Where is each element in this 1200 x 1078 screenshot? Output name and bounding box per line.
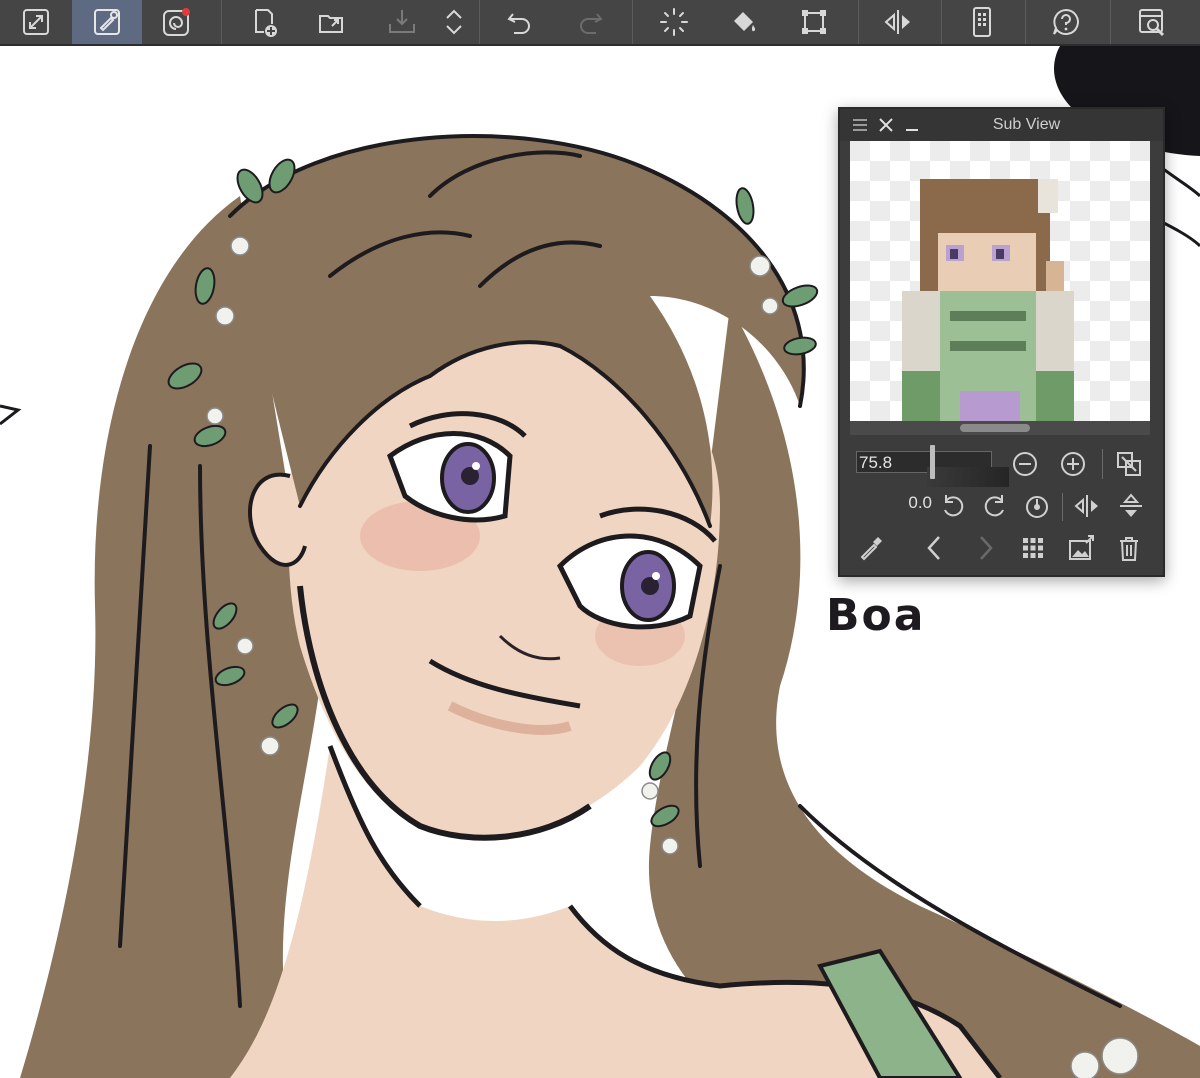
rotate-right-icon [984, 495, 1004, 517]
grid-icon [1023, 538, 1043, 558]
flip-horizontal-icon [1074, 495, 1098, 517]
fit-window-icon [1117, 452, 1141, 476]
search-settings-icon [1139, 9, 1165, 37]
brush-pencil-icon [94, 9, 120, 35]
zoom-out-button[interactable] [1010, 449, 1040, 479]
up-down-arrows-icon [446, 9, 462, 35]
zoom-slider[interactable]: 75.8 [856, 451, 1009, 487]
rotate-right-button[interactable] [980, 491, 1010, 521]
spiral-app-icon [163, 8, 190, 36]
transform-button[interactable] [790, 0, 838, 44]
new-canvas-icon [255, 9, 277, 37]
artist-signature: Boa [826, 590, 926, 641]
help-button[interactable] [1042, 0, 1090, 44]
brush-tool-button[interactable] [72, 0, 142, 44]
previous-image-button[interactable] [920, 533, 950, 563]
zoom-in-button[interactable] [1058, 449, 1088, 479]
device-settings-button[interactable] [958, 0, 1006, 44]
device-icon [973, 7, 991, 37]
next-image-button[interactable] [970, 533, 1000, 563]
trash-icon [1120, 537, 1138, 561]
fullscreen-button[interactable] [12, 0, 60, 44]
redo-icon [580, 13, 603, 34]
zoom-slider-knob[interactable] [930, 445, 935, 479]
fit-to-window-button[interactable] [1114, 449, 1144, 479]
zoom-value: 75.8 [859, 453, 893, 472]
delete-image-button[interactable] [1114, 533, 1144, 563]
notification-dot [182, 8, 190, 16]
sub-view-controls: 75.8 0.0 [840, 437, 1163, 573]
save-export-icon [389, 10, 415, 33]
reset-rotation-icon [1026, 496, 1048, 518]
eyedropper-button[interactable] [856, 533, 886, 563]
import-image-button[interactable] [1066, 533, 1096, 563]
sub-view-titlebar[interactable]: Sub View [840, 109, 1163, 141]
chevron-right-icon [980, 536, 993, 560]
preview-horizontal-scrollbar[interactable] [850, 421, 1150, 435]
rotate-left-icon [944, 495, 964, 517]
undo-button[interactable] [496, 0, 544, 44]
save-button[interactable] [378, 0, 426, 44]
import-image-icon [1069, 535, 1094, 560]
reference-image-preview[interactable] [850, 141, 1150, 421]
loading-spinner-icon [660, 8, 688, 36]
open-file-button[interactable] [308, 0, 356, 44]
flip-horizontal-button[interactable] [1072, 491, 1102, 521]
zoom-out-icon [1013, 452, 1037, 476]
reset-rotation-button[interactable] [1022, 491, 1052, 521]
rotate-left-button[interactable] [938, 491, 968, 521]
fullscreen-icon [23, 9, 49, 35]
eyedropper-icon [860, 537, 882, 561]
new-canvas-button[interactable] [240, 0, 288, 44]
app-menu-button[interactable] [152, 0, 200, 44]
transform-icon [802, 10, 826, 34]
fill-bucket-icon [734, 12, 756, 32]
sub-view-title: Sub View [992, 116, 1061, 133]
open-folder-icon [319, 15, 343, 33]
flip-vertical-button[interactable] [1116, 491, 1146, 521]
main-toolbar [0, 0, 1200, 46]
selection-button[interactable] [650, 0, 698, 44]
flip-vertical-icon [1120, 493, 1142, 517]
grid-view-button[interactable] [1018, 533, 1048, 563]
redo-button[interactable] [566, 0, 614, 44]
scrollbar-thumb[interactable] [960, 424, 1030, 432]
chevron-left-icon [927, 536, 940, 560]
zoom-slider-track [927, 467, 1009, 487]
flip-horizontal-icon [884, 10, 910, 34]
view-settings-button[interactable] [1128, 0, 1176, 44]
minecraft-skin-reference [850, 141, 1150, 421]
help-icon [1053, 8, 1079, 35]
flip-canvas-button[interactable] [874, 0, 922, 44]
undo-icon [507, 13, 530, 34]
layer-order-button[interactable] [432, 0, 476, 44]
rotation-value: 0.0 [908, 493, 932, 512]
zoom-in-icon [1061, 452, 1085, 476]
sub-view-palette[interactable]: Sub View 75.8 0.0 [838, 107, 1165, 577]
fill-button[interactable] [720, 0, 768, 44]
